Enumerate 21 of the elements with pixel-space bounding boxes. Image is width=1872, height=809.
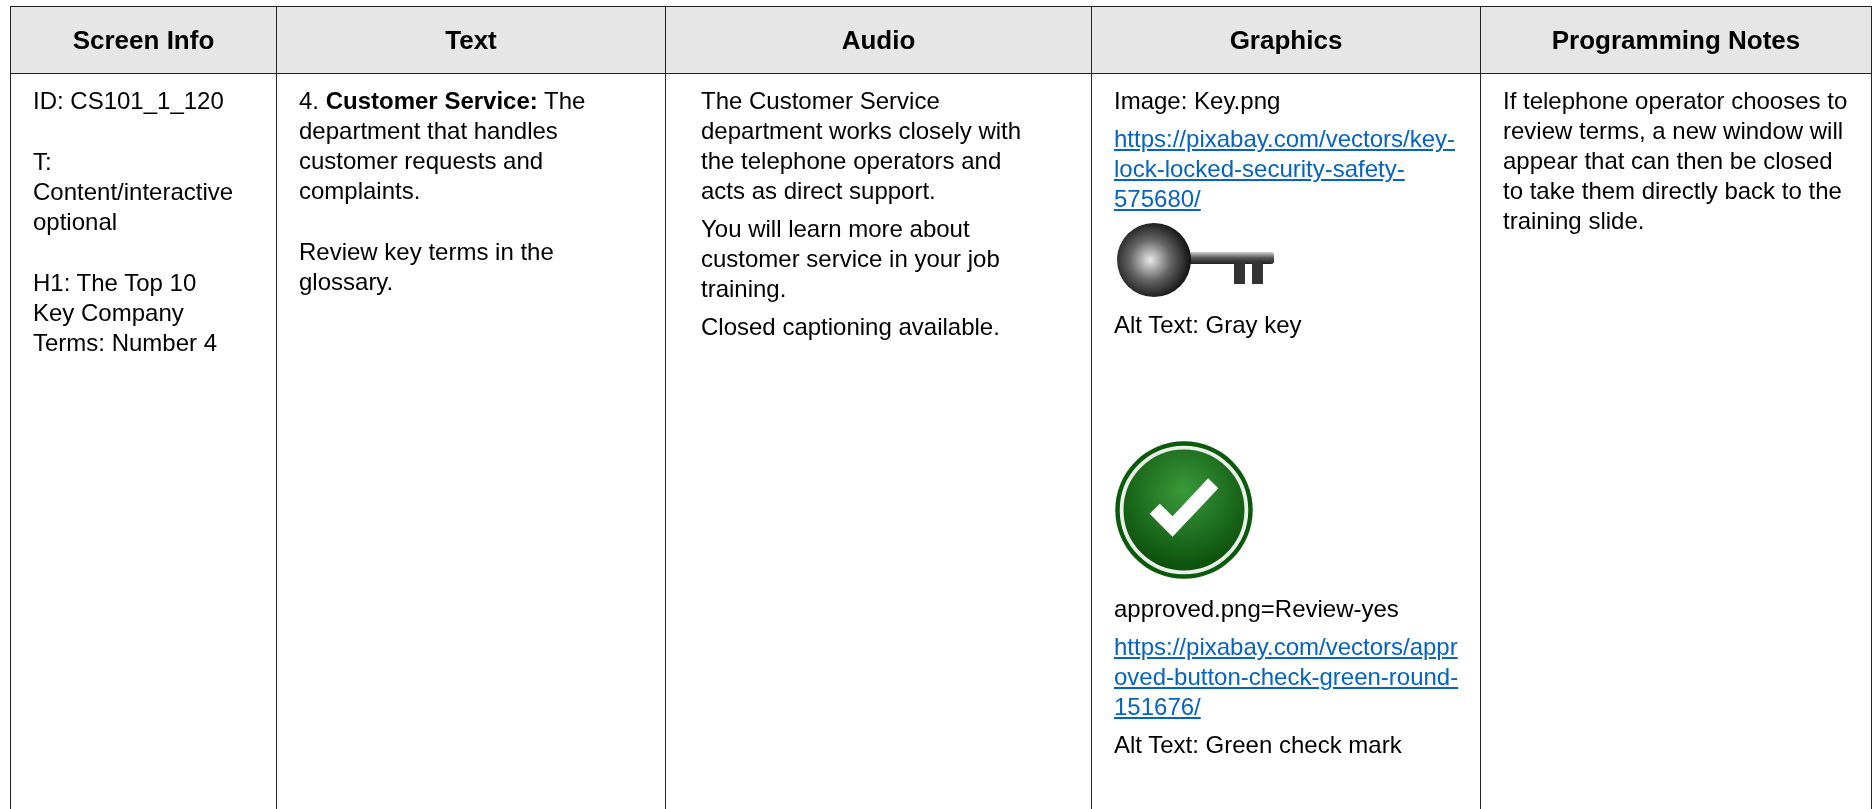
column-header: Text — [276, 6, 666, 74]
column-header: Audio — [665, 6, 1092, 74]
audio-text: The Customer Service department works closely with the telephone operators and acts as direct support. — [701, 86, 1023, 206]
audio-text: You will learn more about customer service in your job training. — [701, 214, 1001, 304]
graphics-text: Alt Text: Green check mark — [1114, 730, 1403, 760]
slide-text: 4. Customer Service: The department that handles customer requests and complaints. — [299, 86, 587, 206]
programming-note: If telephone operator chooses to review terms, a new window will appear that can then be closed to take them directly back to the training slide. — [1503, 86, 1849, 236]
check-mark-icon — [1114, 440, 1254, 580]
column-header: Graphics — [1091, 6, 1481, 74]
audio-text: Closed captioning available. — [701, 312, 1001, 342]
column-header: Screen Info — [10, 6, 277, 74]
column-header: Programming Notes — [1480, 6, 1872, 74]
screen-info-text: H1: The Top 10 Key Company Terms: Number 4 — [33, 268, 219, 358]
graphics-text: Alt Text: Gray key — [1114, 310, 1303, 340]
screen-info-text: ID: CS101_1_120 — [33, 86, 225, 116]
image-source-link[interactable]: https://pixabay.com/vectors/approved-button-check-green-round-151676/ — [1114, 632, 1460, 722]
image-source-link[interactable]: https://pixabay.com/vectors/key-lock-locked-security-safety-575680/ — [1114, 124, 1460, 214]
graphics-text: approved.png=Review-yes — [1114, 594, 1400, 624]
graphics-text: Image: Key.png — [1114, 86, 1282, 116]
screen-info-text: T: Content/interactive optional — [33, 147, 235, 237]
slide-text: Review key terms in the glossary. — [299, 237, 555, 297]
